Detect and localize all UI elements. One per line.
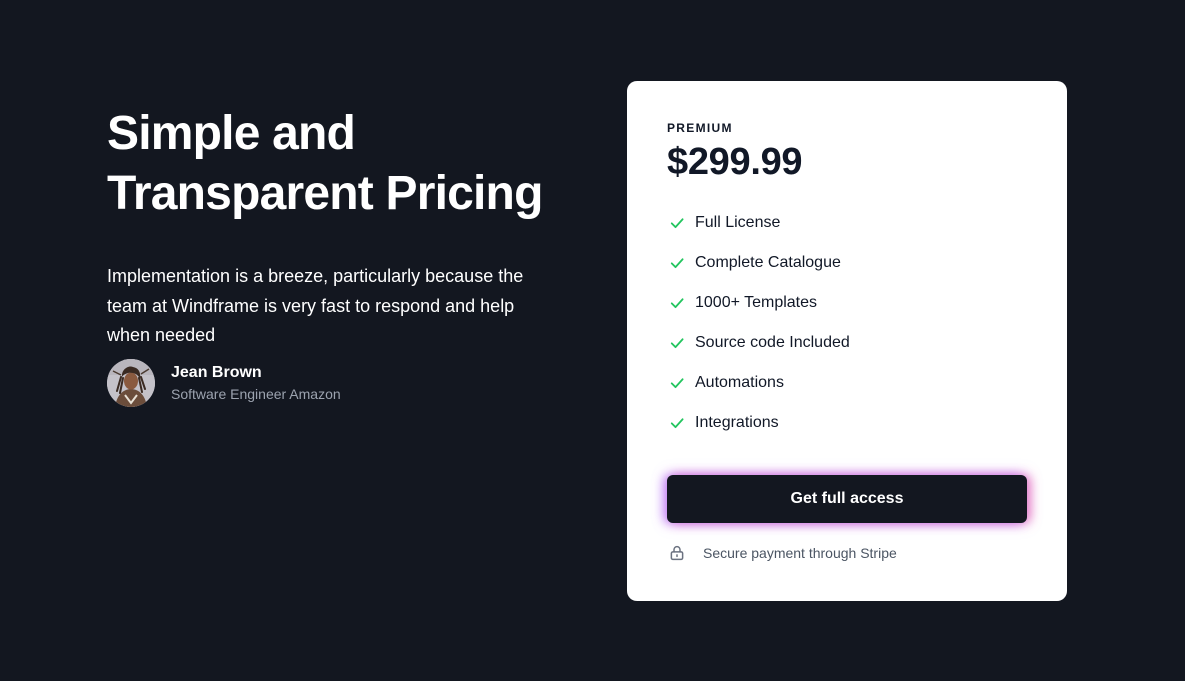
check-icon [667, 293, 687, 313]
feature-label: 1000+ Templates [695, 294, 818, 311]
author-name: Jean Brown [171, 363, 262, 381]
check-icon [667, 373, 687, 393]
secure-payment-text: Secure payment through Stripe [703, 545, 897, 561]
cta-wrapper: Get full access [667, 475, 1027, 523]
author-info: Jean Brown Software Engineer Amazon [171, 362, 341, 404]
hero-section: Simple and Transparent Pricing Implement… [107, 104, 567, 407]
author-role: Software Engineer Amazon [171, 385, 341, 402]
get-full-access-button[interactable]: Get full access [667, 475, 1027, 523]
pricing-card: PREMIUM $299.99 Full License Complete Ca… [627, 81, 1067, 601]
testimonial-quote: Implementation is a breeze, particularly… [107, 266, 524, 345]
testimonial-author: Jean Brown Software Engineer Amazon [107, 358, 567, 407]
feature-item: Full License [667, 203, 1027, 243]
check-icon [667, 333, 687, 353]
feature-item: Source code Included [667, 323, 1027, 363]
title-line-2: Transparent Pricing [107, 167, 543, 220]
title-line-1: Simple and [107, 107, 356, 160]
secure-payment-note: Secure payment through Stripe [667, 543, 1027, 563]
feature-item: Automations [667, 363, 1027, 403]
feature-label: Source code Included [695, 334, 850, 351]
feature-label: Automations [695, 374, 784, 391]
avatar [107, 358, 155, 407]
plan-price: $299.99 [667, 141, 803, 183]
check-icon [667, 413, 687, 433]
lock-icon [667, 543, 687, 563]
check-icon [667, 253, 687, 273]
feature-label: Integrations [695, 414, 779, 431]
feature-label: Complete Catalogue [695, 254, 841, 271]
check-icon [667, 213, 687, 233]
feature-item: Integrations [667, 403, 1027, 443]
page-title: Simple and Transparent Pricing [107, 104, 567, 224]
feature-list: Full License Complete Catalogue 1000+ Te… [667, 203, 1027, 443]
feature-item: Complete Catalogue [667, 243, 1027, 283]
feature-item: 1000+ Templates [667, 283, 1027, 323]
plan-name: PREMIUM [667, 121, 733, 135]
feature-label: Full License [695, 214, 781, 231]
avatar-image [107, 358, 155, 407]
